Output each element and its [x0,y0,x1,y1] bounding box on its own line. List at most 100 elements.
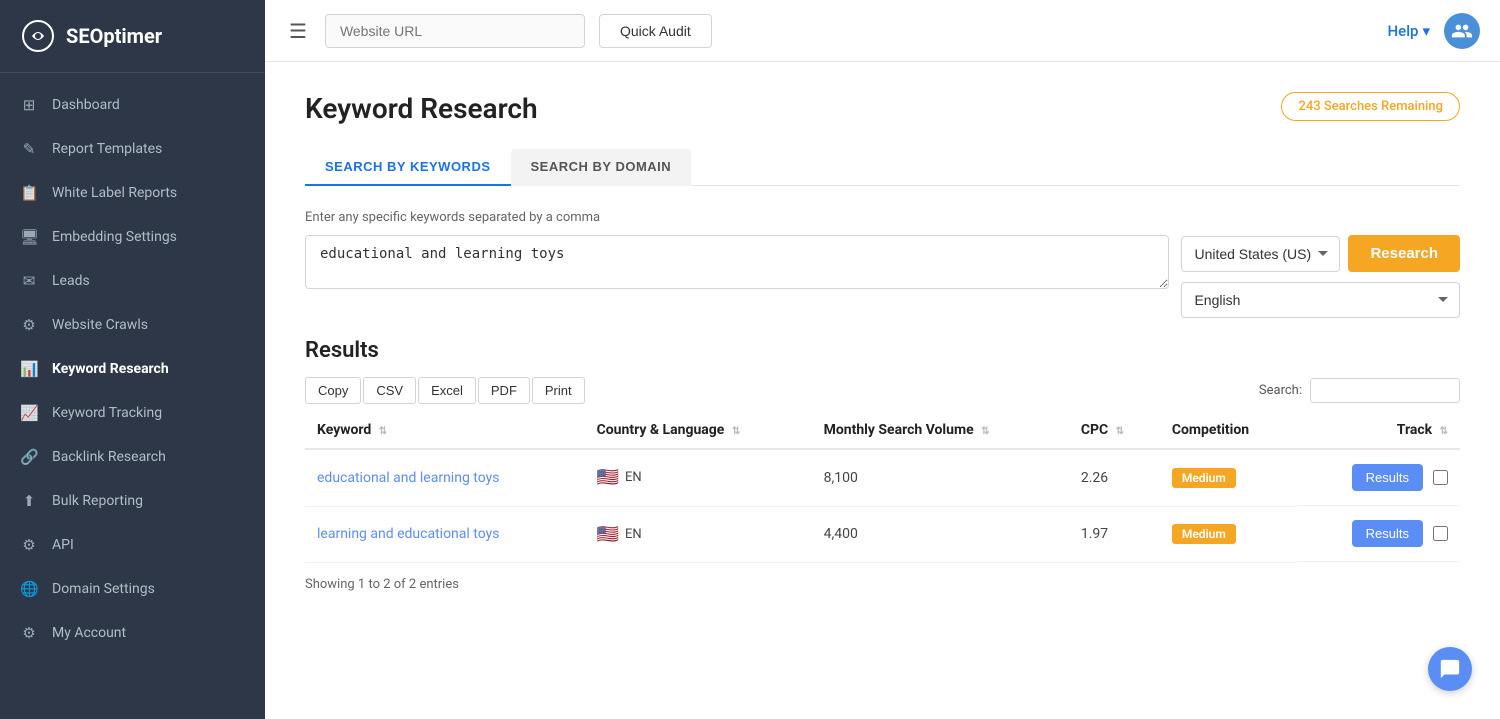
us-flag-icon: 🇺🇸 [597,467,619,488]
export-btn-copy[interactable]: Copy [305,377,361,404]
quick-audit-button[interactable]: Quick Audit [599,14,712,48]
competition-badge-1: Medium [1172,524,1236,544]
nav-list: ⊞Dashboard ✎ Report Templates 📋 White Label … [0,73,265,665]
col-country-language: Country & Language ⇅ [585,412,812,449]
embedding-settings-icon: 🖥 [20,228,38,246]
cell-track-0: Results [1297,450,1460,506]
keyword-input[interactable]: educational and learning toys [305,235,1169,289]
brand-name: SEOptimer [66,24,162,48]
domain-settings-icon: 🌐 [20,580,38,598]
sort-keyword-icon[interactable]: ⇅ [379,426,387,437]
searches-remaining-badge: 243 Searches Remaining [1281,92,1460,121]
results-toolbar: CopyCSVExcelPDFPrint Search: [305,377,1460,404]
sidebar-label-my-account: My Account [52,625,126,641]
table-search-input[interactable] [1310,378,1460,403]
export-btn-print[interactable]: Print [532,377,585,404]
sidebar-item-api[interactable]: ⚙API [0,523,265,567]
right-controls: United States (US) United Kingdom (UK) A… [1181,235,1460,318]
cell-cpc-0: 2.26 [1069,449,1160,506]
sidebar-item-backlink-research[interactable]: 🔗 Backlink Research [0,435,265,479]
table-head: Keyword ⇅ Country & Language ⇅ Monthly S… [305,412,1460,449]
chat-bubble[interactable] [1428,647,1472,691]
search-row: educational and learning toys United Sta… [305,235,1460,318]
sidebar-item-keyword-tracking[interactable]: 📈 Keyword Tracking [0,391,265,435]
cell-keyword-1: learning and educational toys [305,506,585,562]
website-url-input[interactable] [325,14,585,48]
cell-track-1: Results [1297,506,1460,562]
keyword-research-icon: 📊 [20,360,38,378]
help-menu[interactable]: Help ▾ [1388,22,1430,40]
track-checkbox-0[interactable] [1433,470,1448,485]
language-label: EN [625,470,642,485]
sidebar-label-bulk-reporting: Bulk Reporting [52,493,143,509]
sidebar: SEOptimer ⊞Dashboard ✎ Report Templates 📋 Wh… [0,0,265,719]
sidebar-item-dashboard[interactable]: ⊞Dashboard [0,83,265,127]
tab-search-by-domain[interactable]: SEARCH BY DOMAIN [511,149,692,186]
sidebar-item-report-templates[interactable]: ✎ Report Templates [0,127,265,171]
cell-volume-1: 4,400 [812,506,1069,562]
sidebar-item-white-label-reports[interactable]: 📋 White Label Reports [0,171,265,215]
report-templates-icon: ✎ [20,140,38,158]
logo-area: SEOptimer [0,0,265,73]
table-search-row: Search: [1259,378,1460,403]
export-btn-csv[interactable]: CSV [363,377,416,404]
topbar: ☰ Quick Audit Help ▾ [265,0,1500,62]
export-btn-excel[interactable]: Excel [418,377,476,404]
table-body: educational and learning toys🇺🇸EN8,1002.… [305,449,1460,562]
sidebar-label-api: API [52,537,74,553]
sort-track-icon[interactable]: ⇅ [1440,426,1448,437]
search-label: Search: [1259,383,1302,398]
sidebar-item-my-account[interactable]: ⚙ My Account [0,611,265,655]
sidebar-label-white-label-reports: White Label Reports [52,185,177,201]
sort-country-icon[interactable]: ⇅ [732,426,740,437]
country-select[interactable]: United States (US) United Kingdom (UK) A… [1181,236,1340,272]
language-select[interactable]: English Spanish French [1181,282,1460,318]
sidebar-item-bulk-reporting[interactable]: ⬆ Bulk Reporting [0,479,265,523]
track-checkbox-1[interactable] [1433,526,1448,541]
keyword-tracking-icon: 📈 [20,404,38,422]
sort-volume-icon[interactable]: ⇅ [981,426,989,437]
page-header: Keyword Research 243 Searches Remaining [305,92,1460,125]
tab-search-by-keywords[interactable]: SEARCH BY KEYWORDS [305,149,511,186]
cell-competition-1: Medium [1160,506,1297,562]
bulk-reporting-icon: ⬆ [20,492,38,510]
sidebar-item-website-crawls[interactable]: ⚙Website Crawls [0,303,265,347]
white-label-reports-icon: 📋 [20,184,38,202]
language-label: EN [625,527,642,542]
cell-keyword-0: educational and learning toys [305,449,585,506]
sidebar-label-embedding-settings: Embedding Settings [52,229,177,245]
col-keyword: Keyword ⇅ [305,412,585,449]
sidebar-item-domain-settings[interactable]: 🌐Domain Settings [0,567,265,611]
us-flag-icon: 🇺🇸 [597,524,619,545]
main-wrapper: ☰ Quick Audit Help ▾ Keyword Research 24… [265,0,1500,719]
logo-icon [20,18,56,54]
sort-cpc-icon[interactable]: ⇅ [1116,426,1124,437]
content-area: Keyword Research 243 Searches Remaining … [265,62,1500,719]
sidebar-item-keyword-research[interactable]: 📊 Keyword Research [0,347,265,391]
sidebar-label-backlink-research: Backlink Research [52,449,166,465]
help-chevron-icon: ▾ [1422,22,1430,40]
user-avatar[interactable] [1444,13,1480,49]
results-btn-0[interactable]: Results [1352,464,1423,491]
col-cpc: CPC ⇅ [1069,412,1160,449]
showing-entries-text: Showing 1 to 2 of 2 entries [305,577,1460,592]
results-btn-1[interactable]: Results [1352,520,1423,547]
table-header-row: Keyword ⇅ Country & Language ⇅ Monthly S… [305,412,1460,449]
sidebar-item-embedding-settings[interactable]: 🖥 Embedding Settings [0,215,265,259]
cell-country-language-1: 🇺🇸 EN [585,506,812,562]
sidebar-label-keyword-tracking: Keyword Tracking [52,405,162,421]
competition-badge-0: Medium [1172,468,1236,488]
sidebar-label-dashboard: Dashboard [52,97,120,113]
backlink-research-icon: 🔗 [20,448,38,466]
help-label: Help [1388,22,1419,40]
sidebar-item-leads[interactable]: ✉Leads [0,259,265,303]
export-btn-pdf[interactable]: PDF [478,377,530,404]
search-tab-row: SEARCH BY KEYWORDS SEARCH BY DOMAIN [305,149,1460,186]
sidebar-label-report-templates: Report Templates [52,141,162,157]
col-competition: Competition [1160,412,1297,449]
research-button[interactable]: Research [1348,235,1460,272]
my-account-icon: ⚙ [20,624,38,642]
keyword-hint: Enter any specific keywords separated by… [305,210,1460,225]
sidebar-label-keyword-research: Keyword Research [52,361,169,377]
hamburger-icon[interactable]: ☰ [285,15,311,47]
